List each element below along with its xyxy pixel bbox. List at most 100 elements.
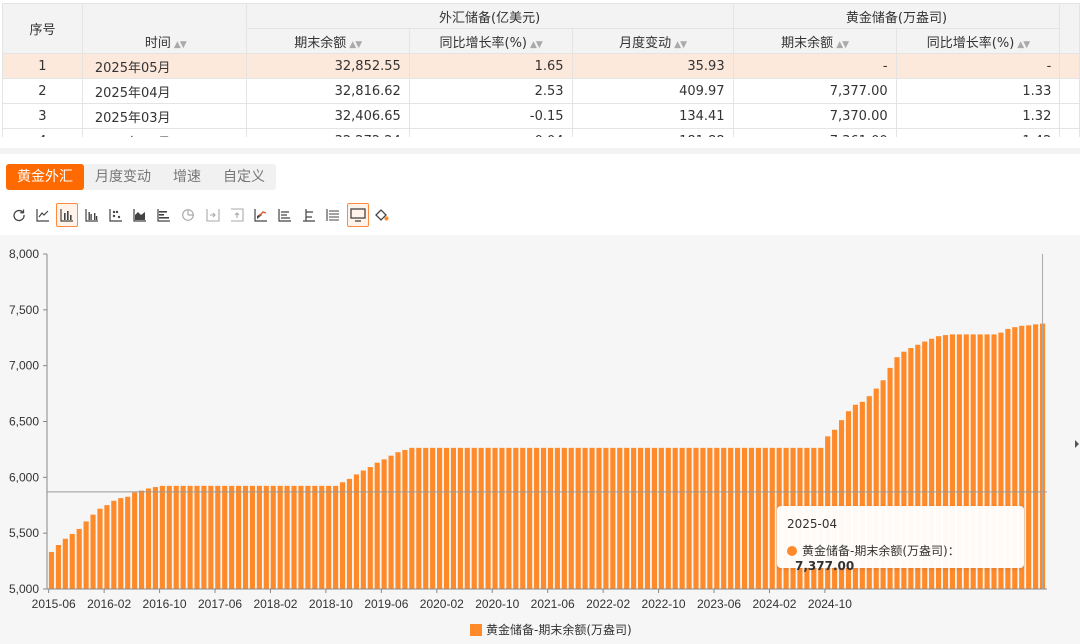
chart-bar <box>437 447 443 589</box>
chart-bar <box>755 447 761 589</box>
chart-bar <box>305 485 311 589</box>
chart-bar <box>118 498 124 589</box>
chart-bar <box>319 485 325 589</box>
tab-growth[interactable]: 增速 <box>162 164 212 190</box>
cell-time: 2025年03月 <box>81 103 247 129</box>
cell-fx-balance: 32,816.62 <box>245 78 410 104</box>
chart-bar <box>721 447 727 589</box>
y-tick-label: 7,000 <box>9 359 39 373</box>
chart-bar <box>575 447 581 589</box>
chart-bar <box>215 485 221 589</box>
chart-bar <box>263 485 269 589</box>
cell-extra <box>1059 78 1080 104</box>
header-fx-monthly[interactable]: 月度变动 ▲▼ <box>571 28 734 54</box>
sort-icon[interactable]: ▲▼ <box>530 40 543 50</box>
chart-bar <box>700 447 706 589</box>
chart-bar <box>97 508 103 589</box>
chart-bar <box>450 447 456 589</box>
chart-bar <box>298 485 304 589</box>
chart-bar <box>90 514 96 589</box>
header-fx-yoy[interactable]: 同比增长率(%) ▲▼ <box>408 28 573 54</box>
line-chart-icon[interactable] <box>32 203 54 227</box>
pie-chart-icon[interactable] <box>177 203 199 227</box>
chart-bar <box>159 485 165 589</box>
chart-bar <box>132 492 138 589</box>
header-gold-balance[interactable]: 期末余额 ▲▼ <box>732 28 897 54</box>
chart-bar <box>395 452 401 589</box>
chart-bar <box>152 487 158 589</box>
chart-bar <box>194 485 200 589</box>
tab-monthly-change[interactable]: 月度变动 <box>84 164 162 190</box>
chart-bar <box>478 447 484 589</box>
y-tick-label: 5,500 <box>9 526 39 540</box>
chart-bar <box>173 485 179 589</box>
data-table-area: 序号 外汇储备(亿美元) 黄金储备(万盎司) 时间 ▲▼ 期末余额 ▲▼ 同比增长率… <box>0 0 1080 140</box>
header-fx-group: 外汇储备(亿美元) <box>245 3 734 29</box>
table-row[interactable]: 1 2025年05月 32,852.55 1.65 35.93 - - <box>2 53 1080 79</box>
align-right-icon[interactable] <box>202 203 224 227</box>
tree-align-icon[interactable] <box>298 203 320 227</box>
x-tick-label: 2022-10 <box>642 597 686 611</box>
chart-bar <box>457 447 463 589</box>
header-time[interactable]: 时间 ▲▼ <box>81 28 247 54</box>
header-gold-yoy[interactable]: 同比增长率(%) ▲▼ <box>895 28 1061 54</box>
x-tick-label: 2018-02 <box>253 597 297 611</box>
area-chart-icon[interactable] <box>129 203 151 227</box>
chart-bar <box>409 447 415 589</box>
eraser-icon[interactable] <box>371 203 393 227</box>
combo-chart-icon[interactable] <box>250 203 272 227</box>
tab-gold-fx[interactable]: 黄金外汇 <box>6 164 84 190</box>
align-top-icon[interactable] <box>226 203 248 227</box>
cell-gold-balance: 7,370.00 <box>732 103 897 129</box>
header-blank <box>81 3 247 29</box>
chart-bar <box>229 485 235 589</box>
table-scroll-clip <box>0 137 1080 140</box>
bar-chart-icon[interactable] <box>56 203 79 227</box>
panel-divider[interactable] <box>0 148 1080 154</box>
chart-bar <box>617 447 623 589</box>
chart-bar <box>672 447 678 589</box>
chart-legend[interactable]: 黄金储备-期末余额(万盎司) <box>470 621 632 638</box>
chart-bar <box>166 485 172 589</box>
gold-reserves-bar-chart[interactable]: 5,000 5,500 6,000 6,500 7,000 7,500 8,000 2015-… <box>0 235 1080 644</box>
sort-icon[interactable]: ▲▼ <box>836 40 849 50</box>
table-row[interactable]: 3 2025年03月 32,406.65 -0.15 134.41 7,370.… <box>2 103 1080 129</box>
x-tick-label: 2023-06 <box>697 597 741 611</box>
chart-bar <box>554 447 560 589</box>
header-fx-balance[interactable]: 期末余额 ▲▼ <box>245 28 410 54</box>
chart-bar <box>402 449 408 589</box>
chart-bar <box>471 447 477 589</box>
chart-bar <box>735 447 741 589</box>
grouped-bar-icon[interactable] <box>81 203 103 227</box>
chart-bar <box>416 447 422 589</box>
expand-right-icon[interactable] <box>1075 440 1079 448</box>
cell-index: 2 <box>2 78 83 104</box>
sort-icon[interactable]: ▲▼ <box>349 40 362 50</box>
table-row[interactable]: 2 2025年04月 32,816.62 2.53 409.97 7,377.0… <box>2 78 1080 104</box>
cell-index: 1 <box>2 53 83 79</box>
scatter-icon[interactable] <box>105 203 127 227</box>
chart-bar <box>291 485 297 589</box>
chart-bar <box>430 447 436 589</box>
chart-bar <box>83 521 89 589</box>
fullscreen-box-icon[interactable] <box>346 203 369 227</box>
chart-bar <box>610 447 616 589</box>
cell-gold-balance: 7,377.00 <box>732 78 897 104</box>
horizontal-lines-icon[interactable] <box>274 203 296 227</box>
list-icon[interactable] <box>322 203 344 227</box>
refresh-icon[interactable] <box>8 203 30 227</box>
tab-custom[interactable]: 自定义 <box>212 164 276 190</box>
sort-icon[interactable]: ▲▼ <box>674 40 687 50</box>
y-tick-label: 8,000 <box>9 247 39 261</box>
sort-icon[interactable]: ▲▼ <box>1017 40 1030 50</box>
chart-bar <box>180 485 186 589</box>
sort-icon[interactable]: ▲▼ <box>174 40 187 50</box>
x-tick-label: 2016-02 <box>87 597 131 611</box>
cell-fx-monthly: 409.97 <box>571 78 734 104</box>
horizontal-bar-icon[interactable] <box>153 203 175 227</box>
cell-fx-monthly: 134.41 <box>571 103 734 129</box>
chart-bar <box>222 485 228 589</box>
chart-bar <box>187 485 193 589</box>
chart-bar <box>104 505 110 589</box>
chart-bar <box>374 462 380 589</box>
